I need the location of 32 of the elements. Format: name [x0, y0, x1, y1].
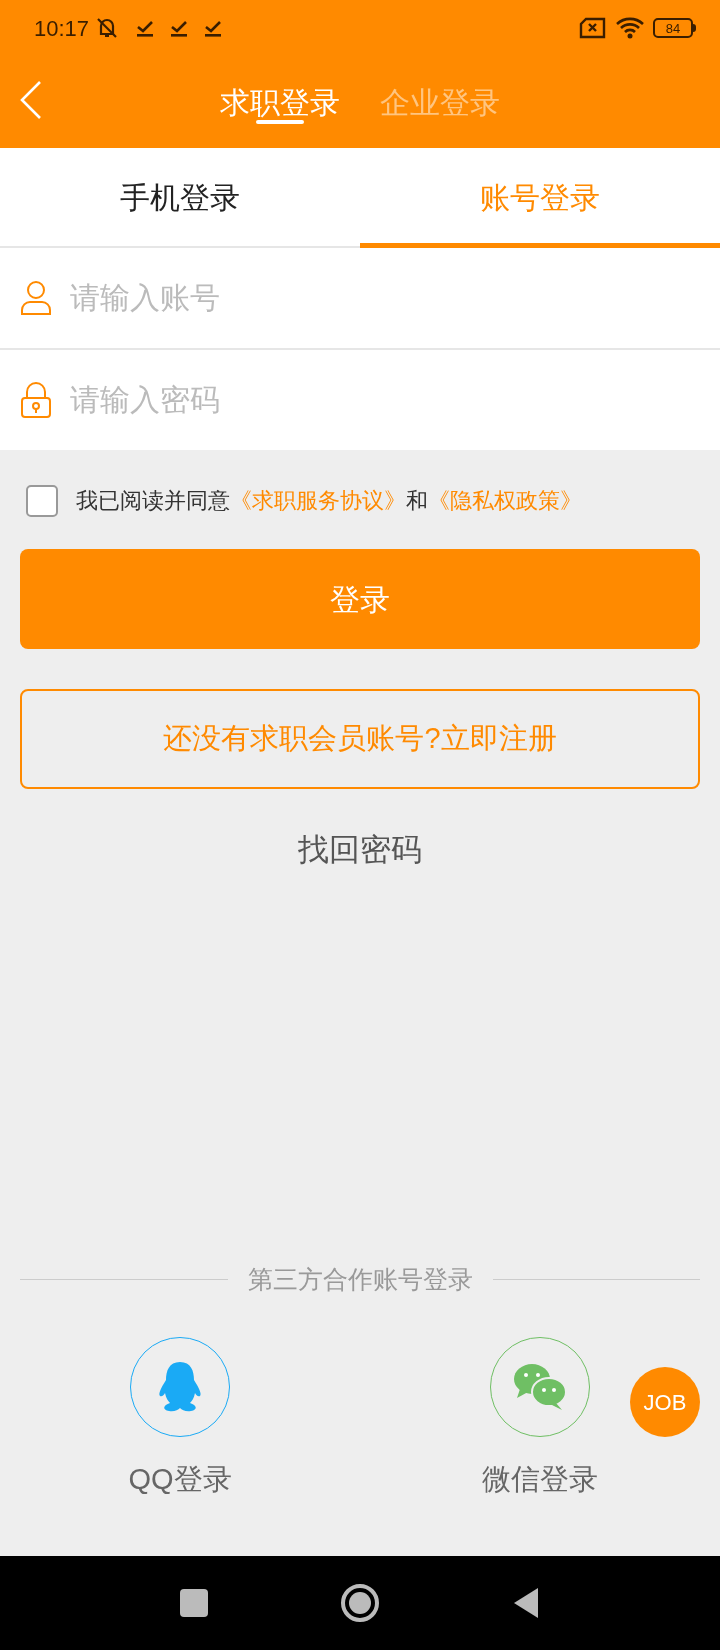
job-float-button[interactable]: JOB	[630, 1367, 700, 1437]
header-tab[interactable]: 求职登录	[220, 56, 340, 148]
privacy-link[interactable]: 《隐私权政策》	[428, 484, 582, 517]
login-button[interactable]: 登录	[20, 549, 700, 649]
lock-icon	[20, 381, 52, 419]
account-field[interactable]: 请输入账号	[0, 248, 720, 348]
checkbox[interactable]	[26, 484, 58, 517]
login-option-label: QQ登录	[128, 1461, 232, 1497]
back-icon[interactable]	[20, 80, 42, 120]
register-button[interactable]: 还没有求职会员账号?立即注册	[20, 689, 700, 789]
login-tab[interactable]: 手机登录	[0, 148, 360, 246]
login-tab[interactable]: 账号登录	[360, 148, 720, 246]
user-icon	[20, 280, 52, 316]
login-option-label: 微信登录	[482, 1461, 598, 1497]
password-field[interactable]: 请输入密码	[0, 350, 720, 450]
battery-icon: 84	[653, 18, 693, 38]
terms-link[interactable]: 《求职服务协议》	[230, 484, 406, 517]
section-title: 第三方合作账号登录	[247, 1264, 473, 1295]
download-done-icon	[135, 18, 156, 38]
wifi-icon	[615, 16, 645, 40]
sim-error-icon	[579, 17, 607, 39]
home-icon[interactable]	[340, 1583, 380, 1623]
agreement-text: 我已阅读并同意	[76, 487, 230, 515]
back-nav-icon[interactable]	[512, 1586, 540, 1620]
download-done-icon	[169, 18, 190, 38]
conjunction-text: 和	[406, 487, 428, 515]
clock-time: 10:17	[34, 14, 90, 43]
download-done-icon	[203, 18, 224, 38]
recents-icon[interactable]	[180, 1589, 208, 1617]
header-tab[interactable]: 企业登录	[380, 56, 500, 148]
forgot-password-link[interactable]: 找回密码	[298, 827, 422, 874]
chat-bubbles-icon	[512, 1362, 568, 1411]
